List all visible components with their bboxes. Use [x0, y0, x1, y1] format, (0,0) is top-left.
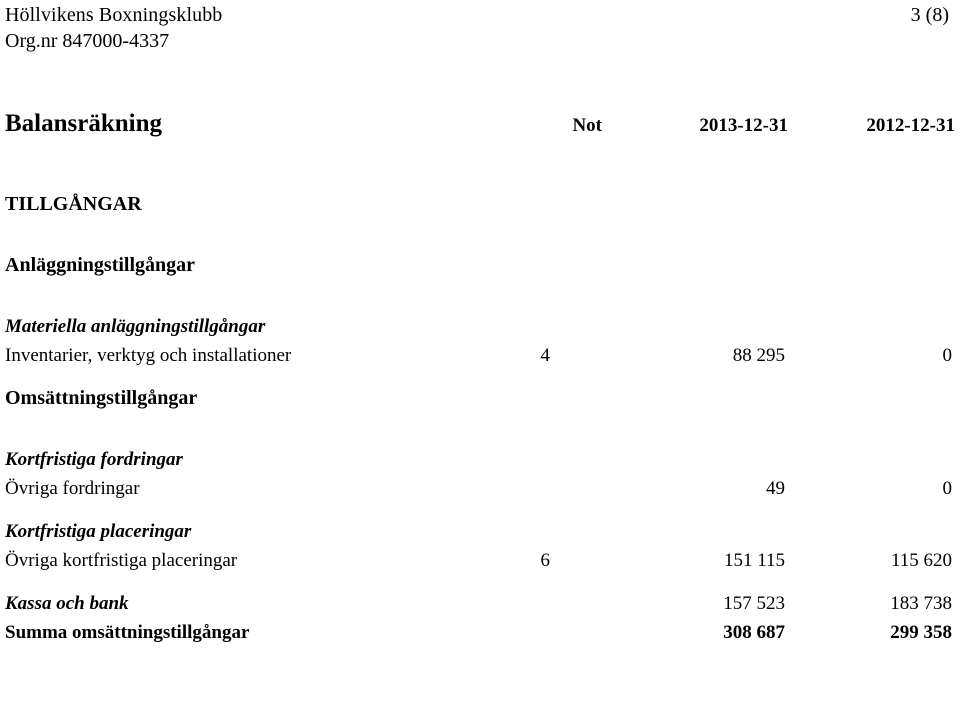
page-number: 3 (8): [910, 4, 949, 26]
row-value-year-current: 88 295: [732, 345, 785, 366]
row-label: Kassa och bank: [5, 593, 129, 614]
page-title: Balansräkning: [5, 110, 163, 137]
column-header-note: Not: [572, 115, 602, 136]
section-heading-fixed-assets: Anläggningstillgångar: [0, 251, 960, 287]
row-value-year-previous: 0: [942, 478, 953, 499]
section-heading-label: TILLGÅNGAR: [5, 193, 142, 215]
row-value-year-current: 157 523: [723, 593, 785, 614]
column-header-year-current: 2013-12-31: [699, 115, 788, 136]
table-row: Inventarier, verktyg och installationer …: [0, 341, 960, 370]
row-label: Övriga kortfristiga placeringar: [5, 550, 238, 571]
group-heading-investments: Kortfristiga placeringar: [0, 517, 960, 546]
row-label: Inventarier, verktyg och installationer: [5, 345, 292, 366]
row-value-year-previous: 0: [942, 345, 953, 366]
document-header: Höllvikens Boxningsklubb Org.nr 847000-4…: [5, 2, 952, 54]
section-heading-label: Anläggningstillgångar: [5, 254, 196, 276]
document-page: Höllvikens Boxningsklubb Org.nr 847000-4…: [0, 0, 960, 719]
organisation-name: Höllvikens Boxningsklubb: [5, 4, 223, 26]
group-heading-label: Kortfristiga placeringar: [5, 521, 192, 542]
group-heading-tangible-assets: Materiella anläggningstillgångar: [0, 312, 960, 341]
row-value-year-previous: 183 738: [890, 593, 952, 614]
row-label: Summa omsättningstillgångar: [5, 622, 250, 643]
group-heading-label: Materiella anläggningstillgångar: [5, 316, 266, 337]
table-row: Övriga fordringar 49 0: [0, 474, 960, 503]
section-heading-assets: TILLGÅNGAR: [0, 190, 960, 226]
row-note: 6: [540, 550, 551, 571]
row-note: 4: [540, 345, 551, 366]
row-value-year-current: 151 115: [723, 550, 785, 571]
row-value-year-previous: 115 620: [890, 550, 952, 571]
section-heading-current-assets: Omsättningstillgångar: [0, 384, 960, 420]
row-value-year-current: 308 687: [723, 622, 785, 643]
section-heading-label: Omsättningstillgångar: [5, 387, 198, 409]
column-header-year-previous: 2012-12-31: [866, 115, 955, 136]
row-label: Övriga fordringar: [5, 478, 140, 499]
row-value-year-current: 49: [766, 478, 785, 499]
row-value-year-previous: 299 358: [890, 622, 952, 643]
balance-sheet-table: TILLGÅNGAR Anläggningstillgångar Materie…: [0, 190, 960, 647]
statement-title-row: Balansräkning Not 2013-12-31 2012-12-31: [0, 108, 960, 152]
organisation-number: Org.nr 847000-4337: [5, 30, 170, 52]
table-row-total-current-assets: Summa omsättningstillgångar 308 687 299 …: [0, 618, 960, 647]
group-heading-receivables: Kortfristiga fordringar: [0, 445, 960, 474]
table-row-cash: Kassa och bank 157 523 183 738: [0, 589, 960, 618]
group-heading-label: Kortfristiga fordringar: [5, 449, 183, 470]
table-row: Övriga kortfristiga placeringar 6 151 11…: [0, 546, 960, 575]
